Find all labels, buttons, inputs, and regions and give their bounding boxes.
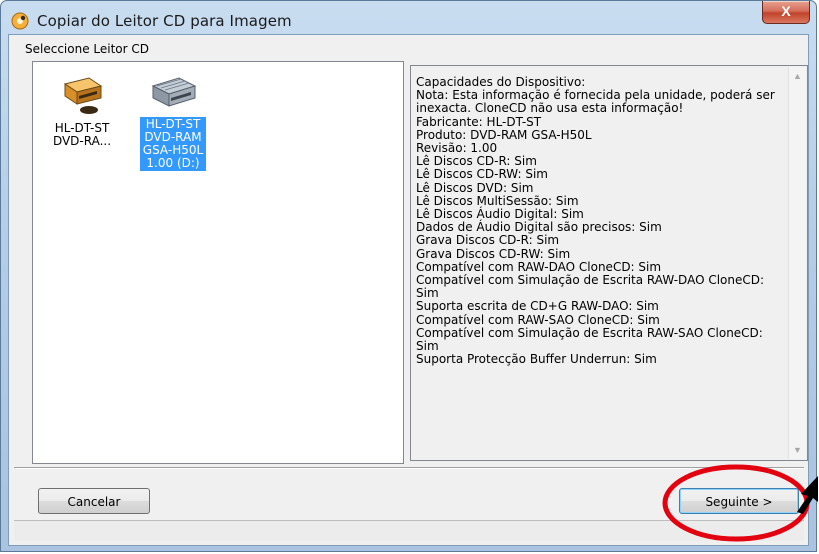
info-line: Grava Discos CD-RW: Sim — [416, 246, 571, 261]
drive-item-selected[interactable]: HL-DT-ST DVD-RAM GSA-H50L 1.00 (D:) — [134, 74, 212, 172]
drive-label: HL-DT-ST DVD-RA... — [52, 121, 112, 148]
title-bar[interactable]: Copiar do Leitor CD para Imagem X — [1, 1, 816, 35]
drive-group-label: Seleccione Leitor CD — [25, 42, 149, 56]
info-line: Lê Discos DVD: Sim — [416, 180, 534, 195]
scroll-up-icon[interactable]: ▲ — [793, 71, 802, 81]
info-line: Compatível com Simulação de Escrita RAW-… — [416, 273, 765, 301]
close-icon: X — [781, 3, 791, 19]
device-info-text: Capacidades do Dispositivo: Nota: Esta i… — [416, 75, 786, 367]
cancel-button[interactable]: Cancelar — [38, 488, 150, 514]
scroll-down-icon[interactable]: ▼ — [793, 445, 802, 455]
info-line: Compatível com Simulação de Escrita RAW-… — [416, 325, 763, 354]
button-divider — [14, 467, 804, 469]
device-info-panel[interactable]: Capacidades do Dispositivo: Nota: Esta i… — [410, 65, 808, 461]
info-line: Nota: Esta informação é fornecida pela u… — [416, 88, 775, 116]
info-line: Suporta escrita de CD+G RAW-DAO: Sim — [416, 299, 659, 314]
info-line: Grava Discos CD-R: Sim — [416, 233, 560, 248]
vertical-scrollbar[interactable]: ▲ ▼ — [788, 67, 806, 459]
next-button[interactable]: Seguinte > — [679, 488, 799, 514]
drive-list[interactable]: HL-DT-ST DVD-RA... HL-DT-ST DVD-RAM GSA-… — [32, 61, 404, 464]
drive-item[interactable]: HL-DT-ST DVD-RA... — [43, 74, 121, 150]
optical-drive-icon — [63, 77, 103, 114]
drive-label: HL-DT-ST DVD-RAM GSA-H50L 1.00 (D:) — [140, 117, 206, 171]
info-line: Lê Discos CD-RW: Sim — [416, 167, 548, 182]
info-line: Fabricante: HL-DT-ST — [416, 114, 542, 129]
optical-drive-icon — [151, 77, 197, 107]
info-line: Suporta Protecção Buffer Underrun: Sim — [416, 352, 657, 367]
window-title: Copiar do Leitor CD para Imagem — [37, 12, 292, 30]
clonecd-sheep-icon — [11, 12, 29, 30]
close-button[interactable]: X — [762, 1, 810, 24]
status-bar — [14, 520, 804, 541]
info-line: Compatível com RAW-SAO CloneCD: Sim — [416, 312, 660, 327]
